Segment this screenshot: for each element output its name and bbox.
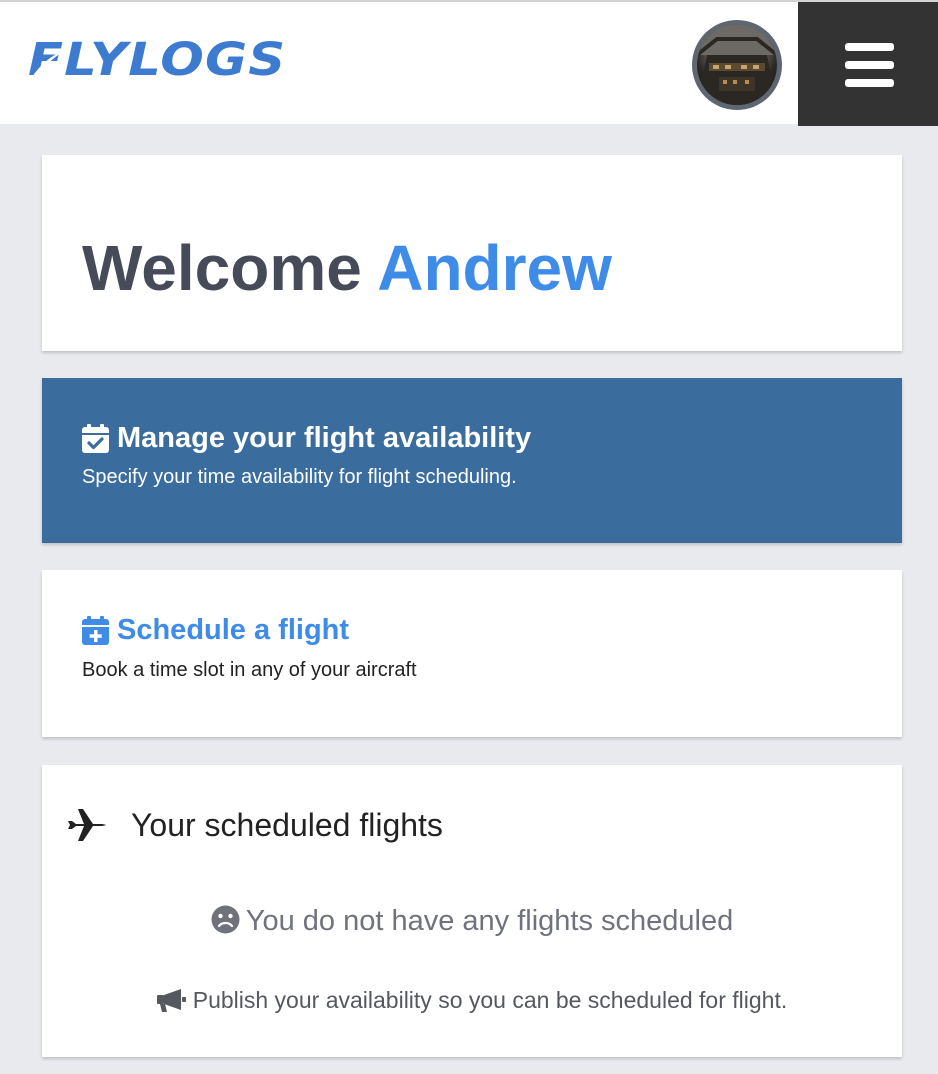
publish-availability-text: Publish your availability so you can be … xyxy=(192,987,788,1013)
hamburger-menu-button[interactable] xyxy=(798,2,938,126)
scheduled-flights-card: Your scheduled flights You do not have a… xyxy=(42,765,902,1057)
publish-availability-hint: Publish your availability so you can be … xyxy=(42,985,902,1015)
manage-availability-card[interactable]: Manage your flight availability Specify … xyxy=(42,378,902,543)
sad-face-icon xyxy=(211,905,240,934)
manage-availability-label: Manage your flight availability xyxy=(117,422,532,454)
plane-icon xyxy=(68,809,106,841)
calendar-plus-icon xyxy=(82,615,109,645)
user-name: Andrew xyxy=(377,232,612,304)
calendar-check-icon xyxy=(82,423,109,453)
avatar-cockpit-photo xyxy=(697,25,777,105)
schedule-flight-description: Book a time slot in any of your aircraft xyxy=(82,659,417,681)
scheduled-flights-title: Your scheduled flights xyxy=(131,807,443,843)
manage-availability-description: Specify your time availability for fligh… xyxy=(82,466,517,488)
schedule-flight-title: Schedule a flight xyxy=(82,612,349,648)
user-avatar[interactable] xyxy=(692,20,782,110)
manage-availability-title: Manage your flight availability xyxy=(82,420,531,456)
megaphone-icon xyxy=(156,989,186,1012)
no-flights-message: You do not have any flights scheduled xyxy=(42,903,902,939)
no-flights-text: You do not have any flights scheduled xyxy=(245,905,734,937)
welcome-heading: Welcome Andrew xyxy=(82,233,612,303)
schedule-flight-card[interactable]: Schedule a flight Book a time slot in an… xyxy=(42,570,902,737)
logo-swoosh-icon xyxy=(30,50,66,80)
welcome-card: Welcome Andrew xyxy=(42,155,902,351)
flylogs-logo[interactable]: FLYLOGS xyxy=(28,37,286,82)
top-bar: FLYLOGS xyxy=(0,0,938,126)
schedule-flight-label: Schedule a flight xyxy=(117,614,350,646)
welcome-greeting: Welcome xyxy=(82,232,362,304)
